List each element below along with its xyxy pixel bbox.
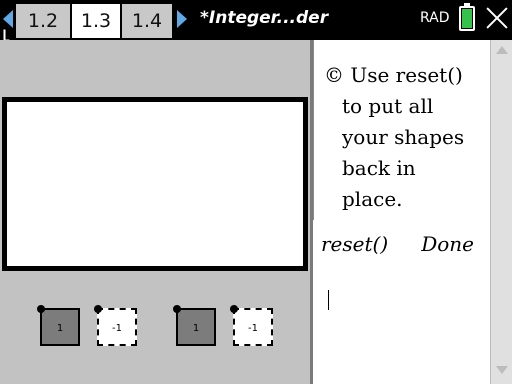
history-expression: reset() xyxy=(321,232,389,256)
document-title: *Integer...der xyxy=(200,8,329,28)
graphics-panel: 1 -1 1 -1 xyxy=(0,40,310,384)
battery-icon xyxy=(459,3,475,31)
tab-1-4[interactable]: 1.4 xyxy=(122,4,172,38)
drag-point[interactable] xyxy=(173,305,181,313)
scroll-up-arrow-icon[interactable] xyxy=(496,46,508,54)
tile-label: -1 xyxy=(248,323,258,334)
workspace-rectangle xyxy=(2,97,308,271)
scroll-down-arrow-icon[interactable] xyxy=(496,366,508,374)
instruction-text: © Use reset() to put all your shapes bac… xyxy=(324,60,489,215)
tab-1-3[interactable]: 1.3 xyxy=(72,4,120,38)
drag-point[interactable] xyxy=(230,305,238,313)
note-line-3: your shapes xyxy=(342,125,465,149)
battery-level-fill xyxy=(462,9,472,28)
calculator-entry-line[interactable] xyxy=(313,272,490,384)
text-caret xyxy=(328,290,329,310)
calculator-panel: reset() Done xyxy=(313,220,490,384)
top-bar: 1.2 1.3 1.4 *Integer...der RAD xyxy=(0,0,512,38)
tile-label: 1 xyxy=(56,323,64,334)
history-entry[interactable]: reset() Done xyxy=(313,220,490,272)
tile-label: -1 xyxy=(112,323,122,334)
angle-mode-indicator: RAD xyxy=(420,10,450,26)
notes-panel[interactable]: © Use reset() to put all your shapes bac… xyxy=(313,40,490,220)
previous-page-arrow-icon[interactable] xyxy=(3,10,13,28)
copyright-symbol: © xyxy=(324,63,344,87)
note-line-5: place. xyxy=(342,187,403,211)
note-line-4: back in xyxy=(342,156,416,180)
negative-tile[interactable]: -1 xyxy=(94,305,137,346)
note-line-1: Use reset() xyxy=(350,63,463,87)
tile-label: 1 xyxy=(192,323,200,334)
drag-point[interactable] xyxy=(94,305,102,313)
next-page-arrow-icon[interactable] xyxy=(177,10,187,28)
negative-tile[interactable]: -1 xyxy=(230,305,273,346)
note-line-2: to put all xyxy=(342,94,434,118)
positive-tile[interactable]: 1 xyxy=(37,305,80,346)
scrollbar[interactable] xyxy=(490,40,512,384)
drag-point[interactable] xyxy=(37,305,45,313)
history-result: Done xyxy=(421,232,474,256)
tab-1-2[interactable]: 1.2 xyxy=(16,4,70,38)
positive-tile[interactable]: 1 xyxy=(173,305,216,346)
close-icon[interactable] xyxy=(485,6,509,30)
